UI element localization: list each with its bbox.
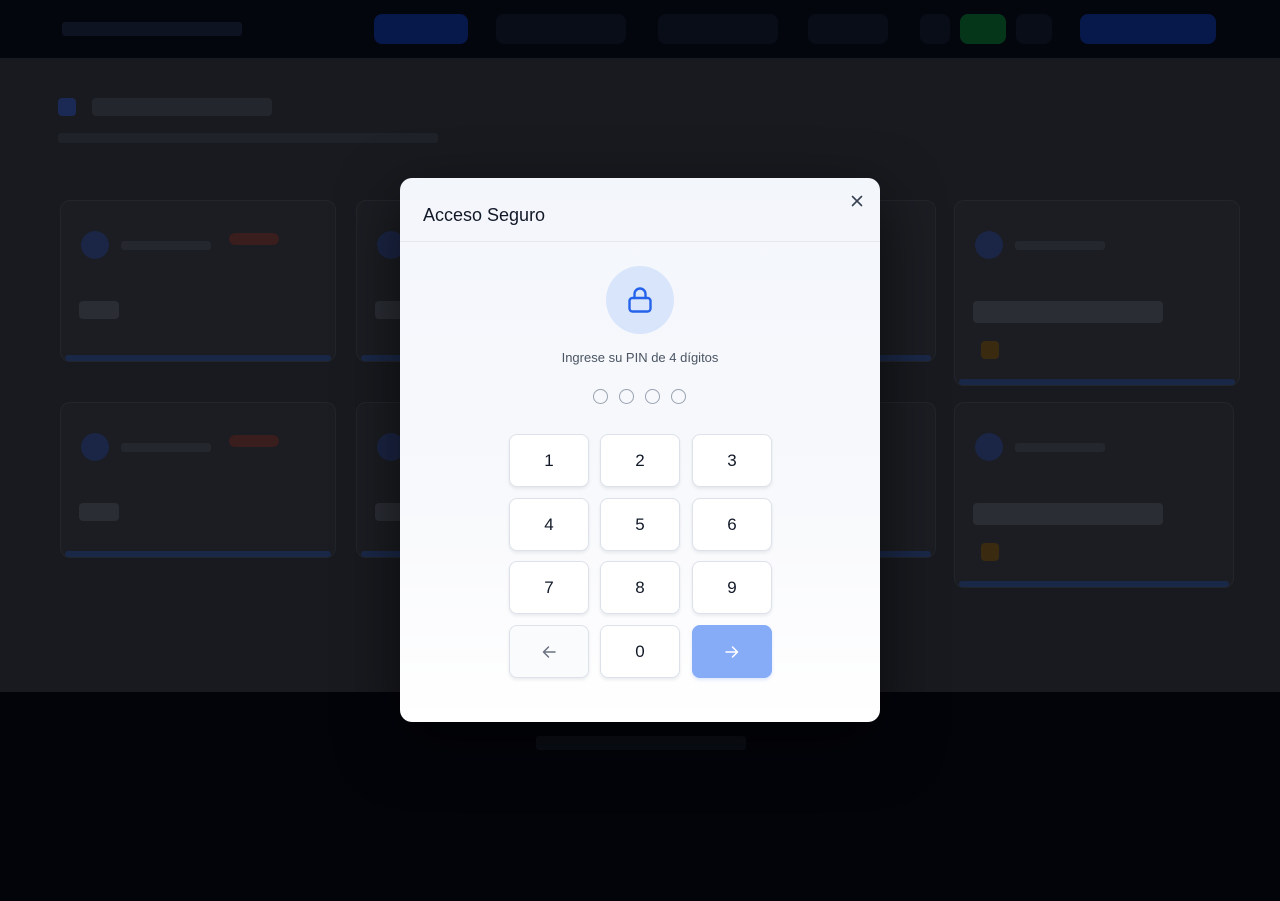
nav-button: [496, 14, 626, 44]
backspace-button[interactable]: [509, 625, 589, 678]
pin-dot: [619, 389, 634, 404]
key-5[interactable]: 5: [600, 498, 680, 551]
page-title: [92, 98, 272, 116]
submit-button[interactable]: [692, 625, 772, 678]
stat-card: [954, 200, 1240, 386]
lock-badge: [606, 266, 674, 334]
close-button[interactable]: [846, 190, 868, 212]
key-3[interactable]: 3: [692, 434, 772, 487]
key-9[interactable]: 9: [692, 561, 772, 614]
footer-text: [536, 736, 746, 750]
page-subtitle: [58, 133, 438, 143]
nav-button: [808, 14, 888, 44]
nav-button: [1016, 14, 1052, 44]
key-7[interactable]: 7: [509, 561, 589, 614]
arrow-left-icon: [542, 645, 556, 658]
pin-dot: [645, 389, 660, 404]
key-6[interactable]: 6: [692, 498, 772, 551]
nav-button: [920, 14, 950, 44]
close-icon: [851, 195, 863, 207]
nav-button: [658, 14, 778, 44]
key-8[interactable]: 8: [600, 561, 680, 614]
key-4[interactable]: 4: [509, 498, 589, 551]
secure-access-modal: Acceso Seguro Ingrese su PIN de 4 dígito…: [400, 178, 880, 722]
stat-card: [60, 402, 336, 558]
modal-header: Acceso Seguro: [400, 178, 880, 242]
pin-dot: [593, 389, 608, 404]
modal-title: Acceso Seguro: [423, 205, 546, 225]
arrow-right-icon: [725, 645, 739, 658]
lock-icon: [628, 287, 652, 313]
stat-card: [60, 200, 336, 362]
stat-card: [954, 402, 1234, 588]
nav-button-primary: [374, 14, 468, 44]
key-0[interactable]: 0: [600, 625, 680, 678]
page-icon: [58, 98, 76, 116]
key-1[interactable]: 1: [509, 434, 589, 487]
brand-logo: [62, 22, 242, 36]
key-2[interactable]: 2: [600, 434, 680, 487]
top-navbar: [0, 0, 1280, 58]
status-badge: [960, 14, 1006, 44]
pin-dot: [671, 389, 686, 404]
nav-button-cta: [1080, 14, 1216, 44]
pin-prompt: Ingrese su PIN de 4 dígitos: [561, 350, 719, 365]
page-footer: [0, 692, 1280, 901]
pin-indicator: [592, 389, 688, 405]
